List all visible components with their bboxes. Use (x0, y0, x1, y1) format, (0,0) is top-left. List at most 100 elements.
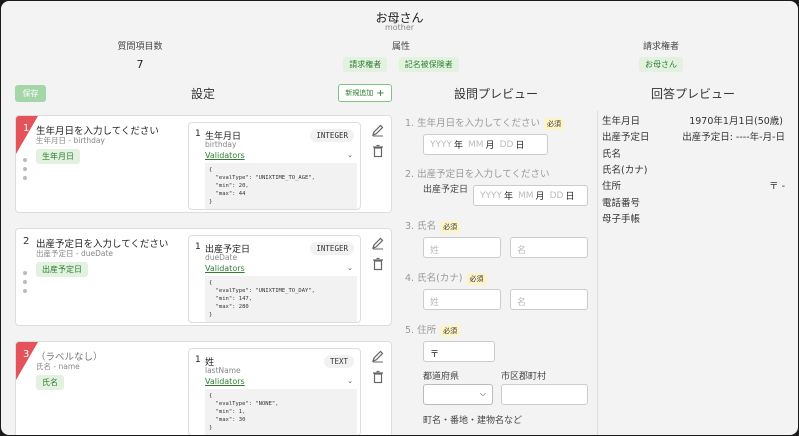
question-subtitle: 出産予定日 - dueDate (36, 249, 114, 258)
field-key: birthday (205, 140, 237, 149)
postal-code-input[interactable]: 〒 (423, 341, 495, 362)
validators-link[interactable]: Validators (205, 151, 245, 160)
answer-value-due-date: 出産予定日: ----年-月-日 (682, 132, 785, 143)
prefecture-select[interactable]: ⌵ (423, 384, 493, 405)
year-placeholder: YYYY (430, 139, 452, 150)
plus-icon: + (376, 87, 385, 99)
field-key: dueDate (205, 253, 238, 262)
field-box: 1 出産予定日 dueDate INTEGER Validators ⌄ { "… (188, 235, 361, 323)
day-placeholder: DD (499, 139, 514, 150)
question-card-3[interactable]: 3 （ラベルなし） 氏名 - name 氏名 1 姓 lastName TEXT… (15, 341, 392, 435)
preview-question-5: 5. 住所 必須 (405, 322, 461, 337)
question-label: 5. 住所 (405, 325, 437, 336)
prefecture-label: 都道府県 (423, 372, 460, 382)
drag-handle[interactable] (23, 271, 29, 298)
column-divider (597, 111, 598, 435)
validators-link[interactable]: Validators (205, 377, 245, 386)
question-subtitle: 氏名 - name (36, 362, 80, 371)
answer-preview-title: 回答プレビュー (651, 87, 736, 101)
stat-label: 属性 (391, 42, 410, 52)
field-type-badge: INTEGER (310, 242, 354, 255)
required-badge: 必須 (544, 117, 565, 130)
birthday-date-input[interactable]: YYYY 年 MM 月 DD 日 (423, 134, 548, 155)
stat-question-count: 質問項目数 7 (105, 39, 175, 71)
answer-label-name-kana: 氏名(カナ) (602, 165, 648, 176)
stat-label: 質問項目数 (117, 42, 163, 52)
trash-icon[interactable] (371, 144, 385, 158)
answer-label-handbook: 母子手帳 (602, 214, 641, 225)
question-tag: 氏名 (36, 375, 64, 390)
answer-value-birthday: 1970年1月1日(50歳) (689, 116, 783, 127)
edit-icon[interactable] (371, 349, 385, 363)
answer-label-name: 氏名 (602, 149, 622, 160)
field-number: 1 (195, 242, 201, 252)
answer-label-phone: 電話番号 (602, 198, 641, 209)
validator-json: { "evalType": "UNIXTIME_TO_AGE", "min": … (205, 163, 357, 209)
month-placeholder: MM (518, 190, 534, 201)
add-new-label: 新規追加 (345, 89, 374, 97)
question-number: 2 (23, 236, 30, 247)
required-badge: 必須 (466, 272, 487, 285)
field-key: lastName (205, 366, 241, 375)
chevron-down-icon[interactable]: ⌄ (347, 264, 353, 272)
required-badge: 必須 (440, 324, 461, 337)
year-unit: 年 (504, 192, 514, 202)
first-name-input[interactable]: 名 (510, 237, 588, 258)
month-placeholder: MM (468, 139, 484, 150)
question-tag: 生年月日 (36, 149, 80, 164)
question-label: 3. 氏名 (405, 221, 437, 232)
validator-json: { "evalType": "UNIXTIME_TO_DAY", "min": … (205, 276, 357, 322)
chevron-down-icon: ⌵ (479, 389, 486, 398)
field-box: 1 生年月日 birthday INTEGER Validators ⌄ { "… (188, 122, 361, 210)
due-date-input[interactable]: YYYY 年 MM 月 DD 日 (473, 185, 588, 206)
last-name-kana-input[interactable]: 姓 (423, 289, 501, 310)
day-unit: 日 (565, 192, 575, 202)
trash-icon[interactable] (371, 370, 385, 384)
city-input[interactable] (501, 384, 588, 405)
edit-icon[interactable] (371, 123, 385, 137)
preview-question-3: 3. 氏名 必須 (405, 218, 461, 233)
question-number: 3 (23, 349, 30, 360)
due-date-label: 出産予定日 (423, 185, 469, 195)
claimant-tag: お母さん (639, 57, 683, 72)
required-marker (16, 116, 38, 154)
last-name-input[interactable]: 姓 (423, 237, 501, 258)
validators-link[interactable]: Validators (205, 264, 245, 273)
field-box: 1 姓 lastName TEXT Validators ⌄ { "evalTy… (188, 348, 361, 435)
city-label: 市区郡町村 (501, 372, 547, 382)
field-number: 1 (195, 355, 201, 365)
answer-label-birthday: 生年月日 (602, 116, 641, 127)
day-unit: 日 (515, 141, 525, 151)
required-marker (16, 342, 38, 380)
validator-json: { "evalType": "NONE", "min": 1, "max": 3… (205, 389, 357, 435)
field-type-badge: TEXT (323, 355, 354, 368)
attr-tag-insured: 記名被保険者 (398, 57, 459, 72)
required-badge: 必須 (440, 220, 461, 233)
preview-question-4: 4. 氏名(カナ) 必須 (405, 270, 487, 285)
year-unit: 年 (454, 141, 464, 151)
stat-label: 請求権者 (642, 42, 679, 52)
save-button[interactable]: 保存 (15, 85, 46, 102)
question-tag: 出産予定日 (36, 262, 88, 277)
answer-value-address: 〒 - (769, 181, 785, 192)
year-placeholder: YYYY (480, 190, 502, 201)
edit-icon[interactable] (371, 236, 385, 250)
day-placeholder: DD (549, 190, 564, 201)
add-new-button[interactable]: 新規追加 + (338, 84, 392, 102)
first-name-kana-input[interactable]: 名 (510, 289, 588, 310)
street-label: 町名・番地・建物名など (423, 416, 523, 426)
preview-question-1: 1. 生年月日を入力してください 必須 (405, 115, 565, 130)
trash-icon[interactable] (371, 257, 385, 271)
drag-handle[interactable] (23, 158, 29, 185)
preview-question-2: 2. 出産予定日を入力してください (405, 169, 550, 180)
question-preview-title: 設問プレビュー (454, 87, 539, 101)
question-label: 4. 氏名(カナ) (405, 273, 463, 284)
chevron-down-icon[interactable]: ⌄ (347, 377, 353, 385)
settings-title: 設定 (191, 87, 216, 101)
question-label: 1. 生年月日を入力してください (405, 118, 541, 129)
answer-label-address: 住所 (602, 181, 622, 192)
question-card-2[interactable]: 2 出産予定日を入力してください 出産予定日 - dueDate 出産予定日 1… (15, 228, 392, 326)
chevron-down-icon[interactable]: ⌄ (347, 151, 353, 159)
question-card-1[interactable]: 1 生年月日を入力してください 生年月日 - birthday 生年月日 1 生… (15, 115, 392, 213)
field-number: 1 (195, 129, 201, 139)
